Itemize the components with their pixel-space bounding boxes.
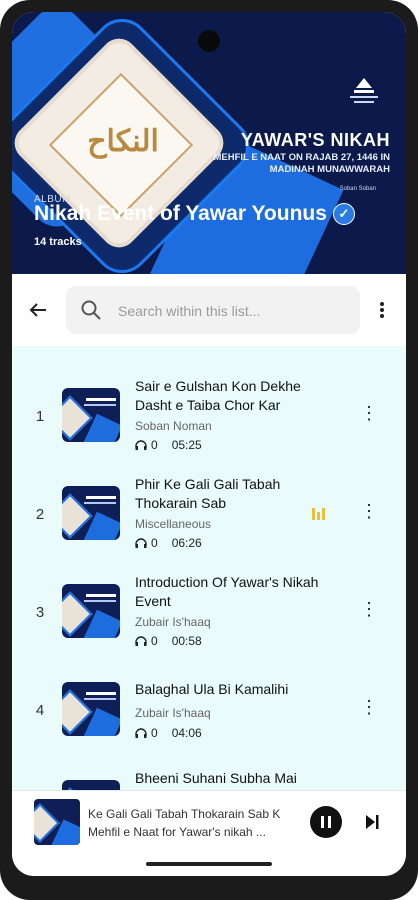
more-vertical-icon[interactable]: ⋮ [360, 403, 378, 424]
now-playing-subtitle: Mehfil e Naat for Yawar's nikah ... [88, 825, 266, 839]
track-title: Introduction Of Yawar's Nikah Event [135, 574, 319, 609]
mini-player[interactable]: Ke Gali Gali Tabah Thokarain Sab K Mehfi… [12, 790, 406, 855]
cover-brand-small: Soban Soban [339, 186, 376, 192]
track-thumbnail [62, 584, 120, 638]
search-input[interactable] [116, 286, 350, 336]
brand-logo-icon [350, 78, 378, 103]
app-screen: النكاح YAWAR'S NIKAH MEHFIL E NAAT ON RA… [12, 12, 406, 876]
track-artist: Zubair Is'haaq [135, 706, 211, 720]
track-artist: Zubair Is'haaq [135, 615, 211, 629]
track-row[interactable]: 1 Sair e Gulshan Kon Dekhe Dasht e Taiba… [12, 346, 406, 452]
track-title: Bheeni Suhani Subha Mai Thandak Jigar Ki… [135, 770, 297, 790]
track-row[interactable]: 4 Balaghal Ula Bi Kamalihi Zubair Is'haa… [12, 640, 406, 740]
now-playing-equalizer-icon [312, 506, 330, 520]
album-header: النكاح YAWAR'S NIKAH MEHFIL E NAAT ON RA… [12, 12, 406, 274]
track-list: 1 Sair e Gulshan Kon Dekhe Dasht e Taiba… [12, 346, 406, 790]
list-toolbar [12, 274, 406, 346]
track-title: Balaghal Ula Bi Kamalihi [135, 681, 289, 697]
track-index: 4 [35, 702, 45, 719]
phone-frame: النكاح YAWAR'S NIKAH MEHFIL E NAAT ON RA… [0, 0, 418, 900]
cover-brand-subtitle: MEHFIL E NAAT ON RAJAB 27, 1446 IN MADIN… [213, 152, 391, 175]
track-thumbnail [62, 388, 120, 442]
home-gesture-bar[interactable] [146, 862, 272, 866]
pause-icon[interactable] [310, 806, 342, 838]
track-thumbnail [62, 682, 120, 736]
track-index: 3 [35, 604, 45, 621]
track-row[interactable]: 2 Phir Ke Gali Gali Tabah Thokarain Sab … [12, 444, 406, 550]
now-playing-title: Ke Gali Gali Tabah Thokarain Sab K [88, 807, 281, 821]
more-vertical-icon[interactable] [372, 298, 392, 322]
track-index: 1 [35, 408, 45, 425]
track-row[interactable]: 3 Introduction Of Yawar's Nikah Event Zu… [12, 542, 406, 648]
skip-next-icon[interactable] [364, 813, 380, 831]
track-index: 2 [35, 506, 45, 523]
track-artist: Miscellaneous [135, 517, 212, 531]
album-title-text: Nikah Event of Yawar Younus [34, 202, 327, 225]
system-nav-bar [12, 854, 406, 876]
more-vertical-icon[interactable]: ⋮ [360, 501, 378, 522]
arrow-left-icon[interactable] [26, 298, 50, 322]
headphones-icon [135, 728, 147, 738]
track-thumbnail [62, 486, 120, 540]
track-count: 14 tracks [34, 236, 82, 248]
cover-calligraphy: النكاح [87, 124, 159, 159]
track-title: Sair e Gulshan Kon Dekhe Dasht e Taiba C… [135, 378, 301, 413]
now-playing-thumbnail [34, 799, 80, 845]
search-icon [81, 300, 101, 320]
search-box[interactable] [66, 286, 360, 336]
more-vertical-icon[interactable]: ⋮ [360, 697, 378, 718]
more-vertical-icon[interactable]: ⋮ [360, 599, 378, 620]
track-thumbnail [62, 780, 120, 790]
track-title: Phir Ke Gali Gali Tabah Thokarain Sab [135, 476, 281, 511]
track-artist: Soban Noman [135, 419, 212, 433]
verified-check-icon: ✓ [332, 203, 355, 226]
cover-brand-title: YAWAR'S NIKAH [240, 130, 390, 150]
front-camera [198, 30, 220, 52]
track-row[interactable]: Bheeni Suhani Subha Mai Thandak Jigar Ki… [12, 738, 406, 790]
album-title: Nikah Event of Yawar Younus ✓ [34, 202, 355, 226]
